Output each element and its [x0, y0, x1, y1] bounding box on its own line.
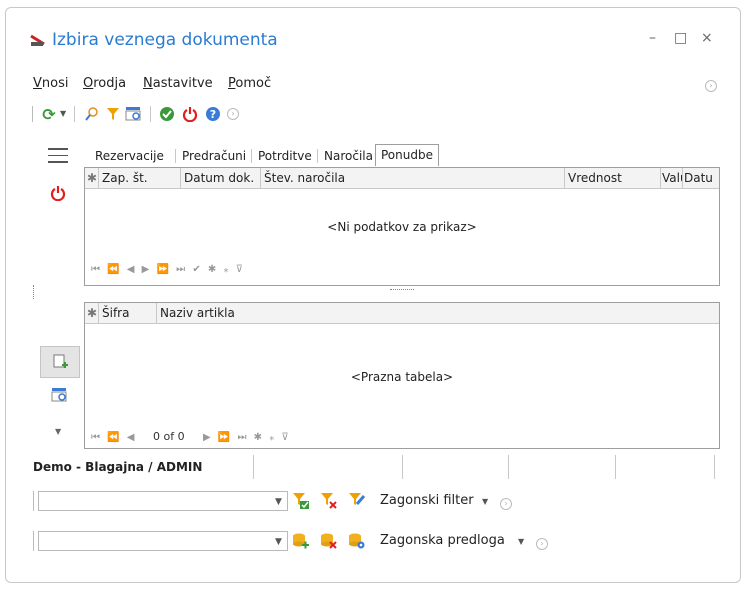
refresh-icon[interactable]: ⟳: [40, 105, 58, 124]
tab-narocila[interactable]: Naročila: [319, 146, 378, 166]
template-combo[interactable]: [38, 531, 288, 551]
template-label-dropdown-icon[interactable]: ▼: [518, 537, 524, 546]
splitter-grip[interactable]: [33, 285, 34, 299]
menu-orodja[interactable]: Orodja: [83, 76, 126, 91]
col-header-naziv-artikla[interactable]: Naziv artikla: [157, 303, 719, 323]
filter-label[interactable]: Zagonski filter: [380, 493, 474, 508]
col-header-sifra[interactable]: Šifra: [99, 303, 157, 323]
template-row-grip: [33, 531, 34, 551]
status-separator: [253, 455, 254, 479]
status-separator: [714, 455, 715, 479]
lower-grid-empty-message: <Prazna tabela>: [350, 370, 454, 384]
minimize-button[interactable]: –: [649, 30, 656, 46]
lower-grid-record-count: 0 of 0: [153, 430, 185, 443]
filter-label-dropdown-icon[interactable]: ▼: [482, 497, 488, 506]
status-separator: [402, 455, 403, 479]
status-separator: [508, 455, 509, 479]
app-logo-icon: [30, 33, 46, 47]
filter-row-grip: [33, 491, 34, 511]
new-document-icon: [53, 354, 68, 368]
upper-grid-header: ✱ Zap. št. Datum dok. Štev. naročila Vre…: [85, 168, 719, 189]
side-more-icon[interactable]: ▼: [55, 427, 61, 436]
tab-separator: [317, 149, 318, 163]
menu-expand-icon[interactable]: ›: [705, 77, 717, 92]
col-header-datum[interactable]: Datu: [683, 168, 719, 188]
menu-vnosi[interactable]: Vnosi: [33, 76, 68, 91]
add-template-icon[interactable]: [292, 532, 310, 553]
col-header-datum-dok[interactable]: Datum dok.: [181, 168, 261, 188]
col-header-stev-narocila[interactable]: Štev. naročila: [261, 168, 565, 188]
upper-grid-empty-message: <Ni podatkov za prikaz>: [327, 220, 477, 234]
tab-ponudbe[interactable]: Ponudbe: [375, 144, 439, 166]
delete-template-icon[interactable]: [320, 532, 338, 553]
lower-grid-nav-right[interactable]: ▶ ⏩ ⏭ ✱ ⁎ ⊽: [203, 432, 291, 443]
row-indicator-header[interactable]: ✱: [85, 303, 99, 323]
status-separator: [615, 455, 616, 479]
svg-text:?: ?: [210, 108, 216, 121]
maximize-button[interactable]: □: [674, 30, 687, 46]
col-header-valuta[interactable]: Valu: [661, 168, 683, 188]
tab-separator: [175, 149, 176, 163]
template-expand-icon[interactable]: ›: [536, 535, 548, 550]
close-button[interactable]: ×: [701, 30, 713, 46]
refresh-dropdown-icon[interactable]: ▼: [60, 109, 66, 118]
col-header-zap-st[interactable]: Zap. št.: [99, 168, 181, 188]
side-table-search-icon[interactable]: [51, 387, 69, 406]
power-icon[interactable]: [181, 105, 199, 123]
filter-combo[interactable]: [38, 491, 288, 511]
row-indicator-header[interactable]: ✱: [85, 168, 99, 188]
lower-grid-header: ✱ Šifra Naziv artikla: [85, 303, 719, 324]
new-document-button[interactable]: [40, 346, 80, 378]
template-combo-dropdown-icon[interactable]: ▼: [275, 537, 282, 547]
hamburger-menu-icon[interactable]: [48, 148, 68, 163]
template-label[interactable]: Zagonska predloga: [380, 533, 505, 548]
filter-combo-dropdown-icon[interactable]: ▼: [275, 497, 282, 507]
toolbar-separator: [150, 106, 151, 122]
template-settings-icon[interactable]: [348, 532, 366, 553]
toolbar-expand-icon[interactable]: ›: [224, 105, 242, 123]
tab-separator: [251, 149, 252, 163]
help-icon[interactable]: ?: [204, 105, 222, 123]
filter-icon[interactable]: [104, 105, 122, 123]
window-title: Izbira veznega dokumenta: [52, 30, 278, 50]
table-search-icon[interactable]: [125, 105, 143, 123]
side-power-icon[interactable]: [50, 185, 66, 204]
menu-nastavitve[interactable]: Nastavitve: [143, 76, 213, 91]
search-icon[interactable]: [83, 105, 101, 123]
toolbar-grip: [32, 106, 33, 122]
lower-grid-nav-left[interactable]: ⏮ ⏪ ◀: [91, 432, 137, 443]
upper-grid: ✱ Zap. št. Datum dok. Štev. naročila Vre…: [84, 167, 720, 286]
col-header-vrednost[interactable]: Vrednost: [565, 168, 661, 188]
tab-predracuni[interactable]: Predračuni: [177, 146, 251, 166]
lower-grid: ✱ Šifra Naziv artikla <Prazna tabela> ⏮ …: [84, 302, 720, 449]
clear-filter-icon[interactable]: [320, 492, 338, 513]
menu-pomoc[interactable]: Pomoč: [228, 76, 271, 91]
toolbar-separator: [74, 106, 75, 122]
tab-potrditve[interactable]: Potrditve: [253, 146, 317, 166]
tab-rezervacije[interactable]: Rezervacije: [90, 146, 169, 166]
status-user-label: Demo - Blagajna / ADMIN: [33, 460, 203, 474]
edit-filter-icon[interactable]: [348, 492, 366, 513]
confirm-icon[interactable]: [158, 105, 176, 123]
upper-grid-navigator[interactable]: ⏮ ⏪ ◀ ▶ ⏩ ⏭ ✔ ✱ ⁎ ⊽: [91, 264, 245, 275]
apply-filter-icon[interactable]: [292, 492, 310, 513]
filter-expand-icon[interactable]: ›: [500, 495, 512, 510]
grid-splitter[interactable]: [390, 289, 414, 290]
